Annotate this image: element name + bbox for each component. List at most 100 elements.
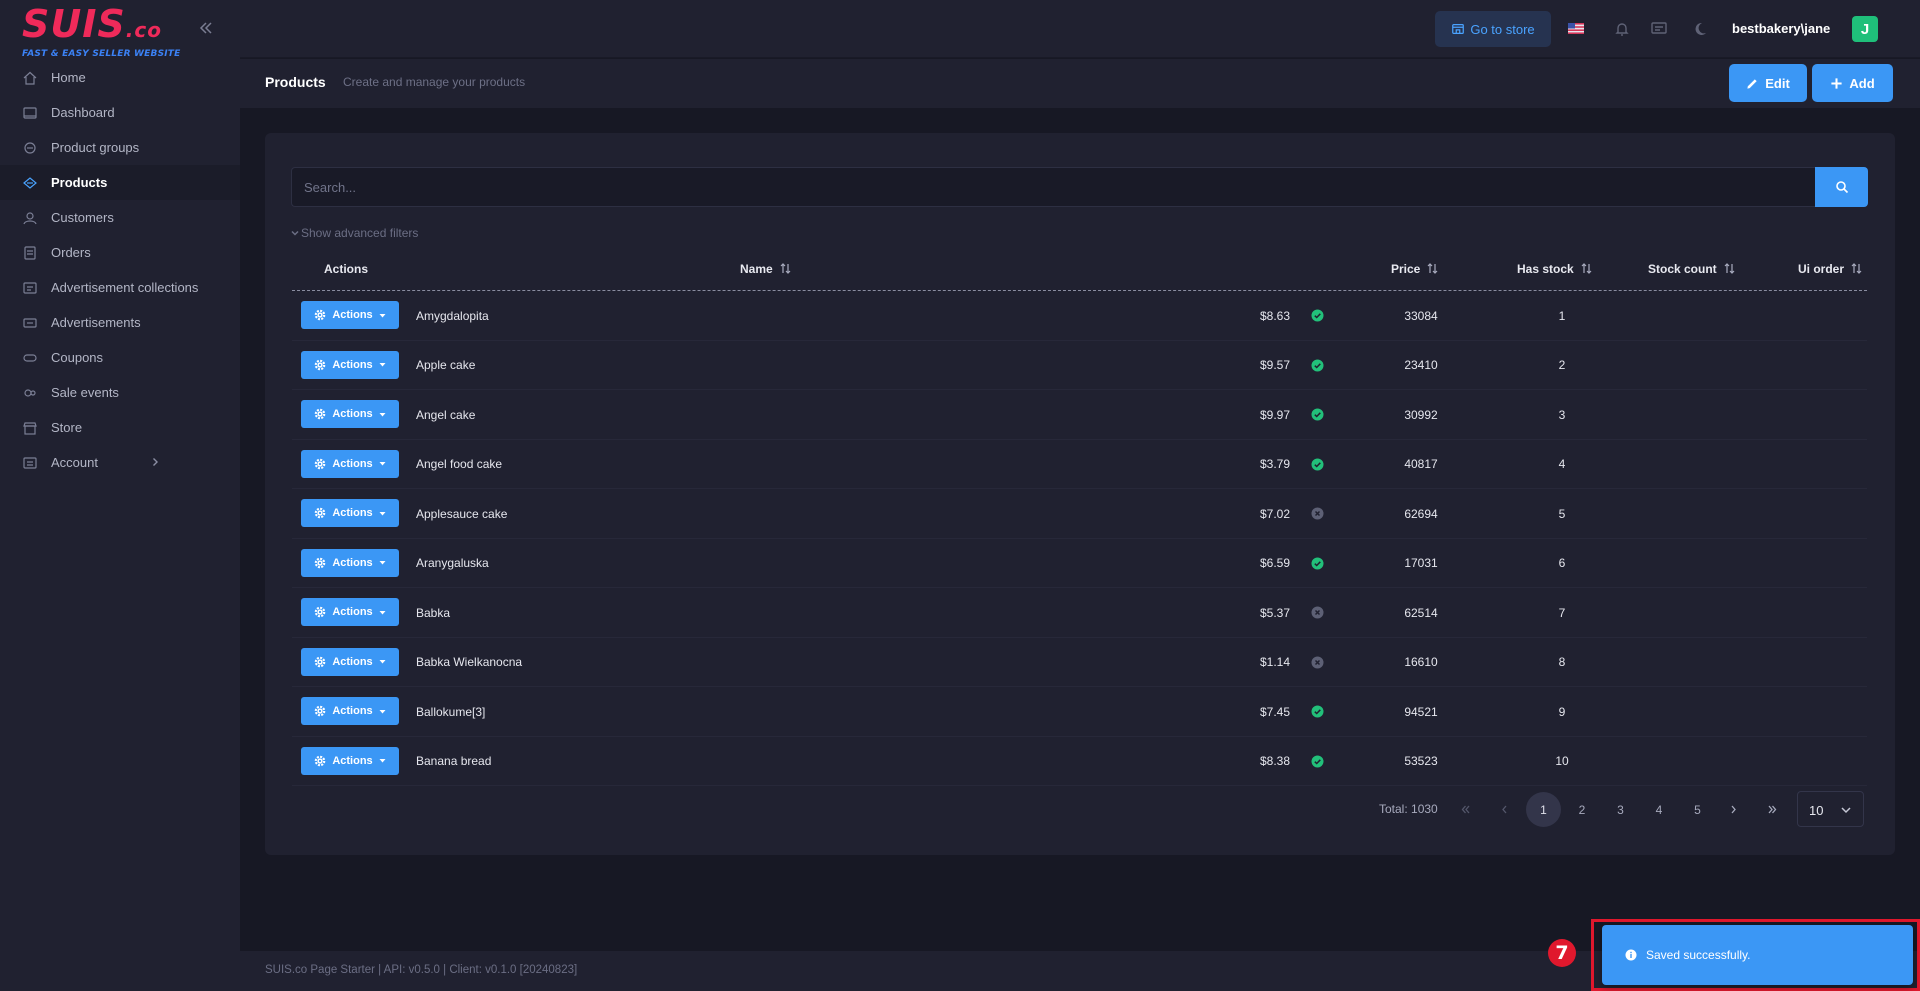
row-actions-label: Actions bbox=[332, 457, 373, 470]
row-actions-button[interactable]: Actions bbox=[301, 598, 399, 626]
sort-icon[interactable] bbox=[1426, 262, 1439, 275]
first-page-button[interactable] bbox=[1448, 792, 1483, 827]
collapse-sidebar-icon[interactable] bbox=[196, 18, 216, 38]
check-circle-icon bbox=[1311, 755, 1323, 767]
sidebar-item-store[interactable]: Store bbox=[0, 410, 240, 445]
row-actions-button[interactable]: Actions bbox=[301, 499, 399, 527]
page-button[interactable]: 2 bbox=[1565, 792, 1600, 827]
caret-down-icon bbox=[379, 412, 386, 416]
product-price: $8.63 bbox=[1259, 308, 1290, 323]
dashboard-icon bbox=[23, 106, 37, 119]
column-header-has-stock[interactable]: Has stock bbox=[1517, 246, 1593, 291]
table-body: Actions Amygdalopita $8.63 33084 1 Actions App… bbox=[292, 291, 1867, 786]
page-button[interactable]: 3 bbox=[1603, 792, 1638, 827]
row-actions-button[interactable]: Actions bbox=[301, 449, 399, 478]
topbar: Go to store bestbakery\jane J bbox=[240, 0, 1920, 58]
page-size-select[interactable]: 10 bbox=[1797, 791, 1864, 827]
messages-icon[interactable] bbox=[1650, 20, 1668, 38]
check-circle-icon bbox=[1311, 557, 1323, 569]
stock-count: 62694 bbox=[1404, 506, 1438, 521]
sidebar-item-customers[interactable]: Customers bbox=[0, 200, 240, 235]
sort-icon[interactable] bbox=[1580, 262, 1593, 275]
sidebar-item-product-groups[interactable]: Product groups bbox=[0, 130, 240, 165]
sort-icon[interactable] bbox=[1723, 262, 1736, 275]
row-actions-button[interactable]: Actions bbox=[301, 400, 399, 428]
column-header-stock-count[interactable]: Stock count bbox=[1648, 246, 1736, 291]
ui-order: 2 bbox=[1558, 358, 1566, 372]
sidebar-item-label: Product groups bbox=[51, 140, 140, 155]
page-title: Products bbox=[265, 74, 326, 90]
page-button[interactable]: 1 bbox=[1526, 792, 1561, 827]
page-size-value: 10 bbox=[1809, 803, 1824, 818]
sidebar-item-label: Advertisements bbox=[51, 315, 141, 330]
row-actions-button[interactable]: Actions bbox=[301, 647, 399, 676]
page-subtitle: Create and manage your products bbox=[343, 75, 526, 89]
search-input[interactable] bbox=[291, 167, 1815, 207]
sidebar-item-home[interactable]: Home bbox=[0, 60, 240, 95]
column-header-label: Has stock bbox=[1517, 261, 1574, 276]
sort-icon[interactable] bbox=[779, 262, 792, 275]
gear-icon bbox=[315, 557, 326, 568]
gear-icon bbox=[315, 408, 326, 420]
avatar[interactable]: J bbox=[1852, 16, 1878, 42]
prev-page-button[interactable] bbox=[1487, 792, 1522, 827]
next-page-button[interactable] bbox=[1716, 792, 1751, 827]
table-row: Actions Apple cake $9.57 23410 2 bbox=[292, 341, 1867, 390]
caret-down-icon bbox=[379, 660, 386, 664]
show-advanced-filters-link[interactable]: Show advanced filters bbox=[291, 226, 418, 240]
stock-count: 40817 bbox=[1404, 457, 1438, 471]
has-stock-indicator bbox=[1297, 638, 1337, 687]
product-name: Apple cake bbox=[416, 358, 476, 372]
column-header-label: Actions bbox=[324, 261, 369, 276]
sidebar-item-products[interactable]: Products bbox=[0, 165, 240, 200]
table-row: Actions Angel cake $9.97 30992 3 bbox=[292, 390, 1867, 440]
sale-events-icon bbox=[24, 388, 36, 397]
has-stock-indicator bbox=[1297, 291, 1337, 340]
gear-icon bbox=[315, 606, 326, 618]
sidebar-item-advertisements[interactable]: Advertisements bbox=[0, 305, 240, 340]
logo[interactable]: SUIS.co FAST & EASY SELLER WEBSITE bbox=[22, 2, 180, 59]
table-row: Actions Ballokume[3] $7.45 94521 9 bbox=[292, 687, 1867, 737]
page-button[interactable]: 5 bbox=[1680, 792, 1715, 827]
pagination: Total: 1030 12345 10 bbox=[265, 791, 1895, 827]
column-header-ui-order[interactable]: Ui order bbox=[1798, 246, 1863, 291]
us-flag-icon[interactable] bbox=[1568, 23, 1584, 34]
sidebar-item-label: Sale events bbox=[51, 385, 119, 400]
row-actions-button[interactable]: Actions bbox=[301, 697, 399, 725]
table-row: Actions Angel food cake $3.79 40817 4 bbox=[292, 440, 1867, 489]
bell-icon[interactable] bbox=[1613, 20, 1631, 38]
dark-mode-icon[interactable] bbox=[1691, 20, 1709, 38]
advanced-filters-label: Show advanced filters bbox=[301, 226, 419, 240]
column-header-price[interactable]: Price bbox=[1391, 246, 1439, 291]
row-actions-button[interactable]: Actions bbox=[301, 548, 399, 577]
sidebar-item-advertisement-collections[interactable]: Advertisement collections bbox=[0, 270, 240, 305]
has-stock-indicator bbox=[1297, 440, 1337, 489]
gear-icon bbox=[315, 755, 326, 766]
sidebar-item-account[interactable]: Account bbox=[0, 445, 240, 480]
column-header-actions: Actions bbox=[324, 246, 368, 291]
row-actions-button[interactable]: Actions bbox=[301, 301, 399, 329]
user-name[interactable]: bestbakery\jane bbox=[1732, 21, 1830, 36]
ui-order: 4 bbox=[1558, 457, 1566, 471]
last-page-button[interactable] bbox=[1755, 792, 1790, 827]
toast-notification[interactable]: Saved successfully. bbox=[1602, 925, 1913, 985]
add-button[interactable]: Add bbox=[1812, 64, 1893, 102]
edit-button[interactable]: Edit bbox=[1729, 64, 1807, 102]
row-actions-button[interactable]: Actions bbox=[301, 746, 399, 775]
sidebar-item-label: Dashboard bbox=[51, 105, 115, 120]
sidebar-item-sale-events[interactable]: Sale events bbox=[0, 375, 240, 410]
page-button[interactable]: 4 bbox=[1642, 792, 1677, 827]
row-actions-button[interactable]: Actions bbox=[301, 350, 399, 379]
stock-count: 62514 bbox=[1404, 605, 1438, 620]
table-row: Actions Babka $5.37 62514 7 bbox=[292, 588, 1867, 638]
gear-icon bbox=[315, 507, 326, 519]
has-stock-indicator bbox=[1297, 737, 1337, 786]
sort-icon[interactable] bbox=[1850, 262, 1863, 275]
sidebar-item-orders[interactable]: Orders bbox=[0, 235, 240, 270]
sidebar-item-coupons[interactable]: Coupons bbox=[0, 340, 240, 375]
go-to-store-button[interactable]: Go to store bbox=[1435, 11, 1551, 47]
column-header-name[interactable]: Name bbox=[740, 246, 792, 291]
sidebar-item-dashboard[interactable]: Dashboard bbox=[0, 95, 240, 130]
search-button[interactable] bbox=[1815, 167, 1868, 207]
table-row: Actions Banana bread $8.38 53523 10 bbox=[292, 737, 1867, 786]
